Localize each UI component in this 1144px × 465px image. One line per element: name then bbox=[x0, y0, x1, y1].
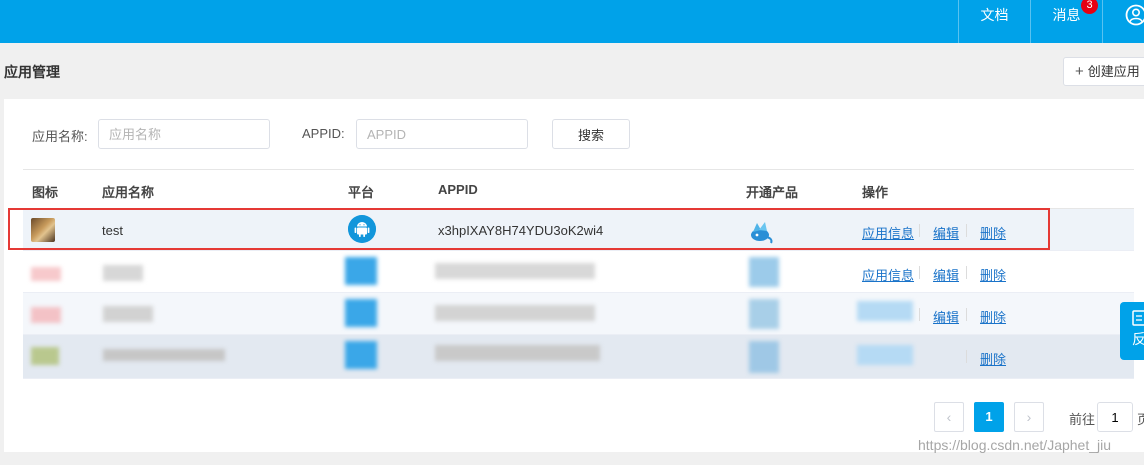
table-row: 编辑 删除 bbox=[23, 293, 1134, 335]
delete-link[interactable]: 删除 bbox=[980, 265, 1006, 284]
goto-label: 前往 bbox=[1069, 412, 1096, 427]
goto-page-input[interactable] bbox=[1097, 402, 1133, 432]
search-button[interactable]: 搜索 bbox=[552, 119, 630, 149]
table-row: 应用信息 编辑 删除 bbox=[23, 251, 1134, 293]
watermark: https://blog.csdn.net/Japhet_jiu bbox=[918, 437, 1112, 453]
blurred-name bbox=[103, 265, 143, 281]
blurred-platform bbox=[345, 299, 377, 327]
page-1-button[interactable]: 1 bbox=[974, 402, 1004, 432]
op-separator bbox=[966, 350, 967, 363]
blurred-appid bbox=[435, 263, 595, 279]
feedback-icon bbox=[1132, 310, 1144, 326]
blurred-platform bbox=[345, 257, 377, 285]
create-app-label: 创建应用 bbox=[1087, 64, 1140, 79]
blurred-product bbox=[749, 299, 779, 329]
appid-label: APPID: bbox=[302, 126, 345, 141]
blurred-name bbox=[103, 349, 225, 361]
appid-input[interactable] bbox=[356, 119, 528, 149]
prev-page-button[interactable]: ‹ bbox=[934, 402, 964, 432]
op-separator bbox=[966, 308, 967, 321]
delete-link[interactable]: 删除 bbox=[980, 307, 1006, 326]
blurred-appid bbox=[435, 345, 600, 361]
nav-messages[interactable]: 消息 3 bbox=[1030, 0, 1102, 43]
app-name-label: 应用名称: bbox=[32, 129, 88, 144]
op-separator bbox=[919, 266, 920, 279]
header-products: 开通产品 bbox=[746, 185, 799, 200]
blurred-op bbox=[857, 345, 913, 365]
nav-user[interactable] bbox=[1102, 0, 1144, 43]
header-icon: 图标 bbox=[32, 185, 59, 200]
top-bar: 文档 消息 3 bbox=[0, 0, 1144, 43]
header-app-name: 应用名称 bbox=[102, 185, 155, 200]
blurred-product bbox=[749, 257, 779, 287]
op-separator bbox=[966, 266, 967, 279]
blurred-appid bbox=[435, 305, 595, 321]
table-header: 图标 应用名称 平台 APPID 开通产品 操作 bbox=[23, 169, 1134, 209]
app-info-link[interactable]: 应用信息 bbox=[862, 265, 914, 284]
user-icon bbox=[1125, 4, 1144, 26]
app-name-input[interactable] bbox=[98, 119, 270, 149]
message-count-badge: 3 bbox=[1081, 0, 1098, 14]
blurred-name bbox=[103, 306, 153, 322]
header-actions: 操作 bbox=[862, 185, 889, 200]
nav-docs[interactable]: 文档 bbox=[958, 0, 1030, 43]
feedback-label: 反 bbox=[1132, 331, 1144, 347]
page-unit-label: 页 bbox=[1137, 412, 1144, 427]
highlight-box bbox=[8, 208, 1050, 250]
blurred-platform bbox=[345, 341, 377, 369]
table-row: 删除 bbox=[23, 335, 1134, 379]
feedback-button[interactable]: 反 bbox=[1120, 302, 1144, 360]
page-title: 应用管理 bbox=[4, 64, 60, 80]
blurred-avatar bbox=[31, 347, 59, 365]
op-separator bbox=[919, 308, 920, 321]
header-platform: 平台 bbox=[348, 185, 375, 200]
plus-icon: + bbox=[1075, 63, 1084, 80]
header-appid: APPID bbox=[438, 182, 478, 197]
edit-link[interactable]: 编辑 bbox=[933, 265, 959, 284]
blurred-avatar bbox=[31, 307, 61, 323]
create-app-button[interactable]: + 创建应用 bbox=[1063, 57, 1144, 86]
edit-link[interactable]: 编辑 bbox=[933, 307, 959, 326]
nav-messages-label: 消息 bbox=[1052, 7, 1081, 23]
blurred-op bbox=[857, 301, 913, 321]
blurred-avatar bbox=[31, 267, 61, 281]
next-page-button[interactable]: › bbox=[1014, 402, 1044, 432]
delete-link[interactable]: 删除 bbox=[980, 349, 1006, 368]
blurred-product bbox=[749, 341, 779, 373]
